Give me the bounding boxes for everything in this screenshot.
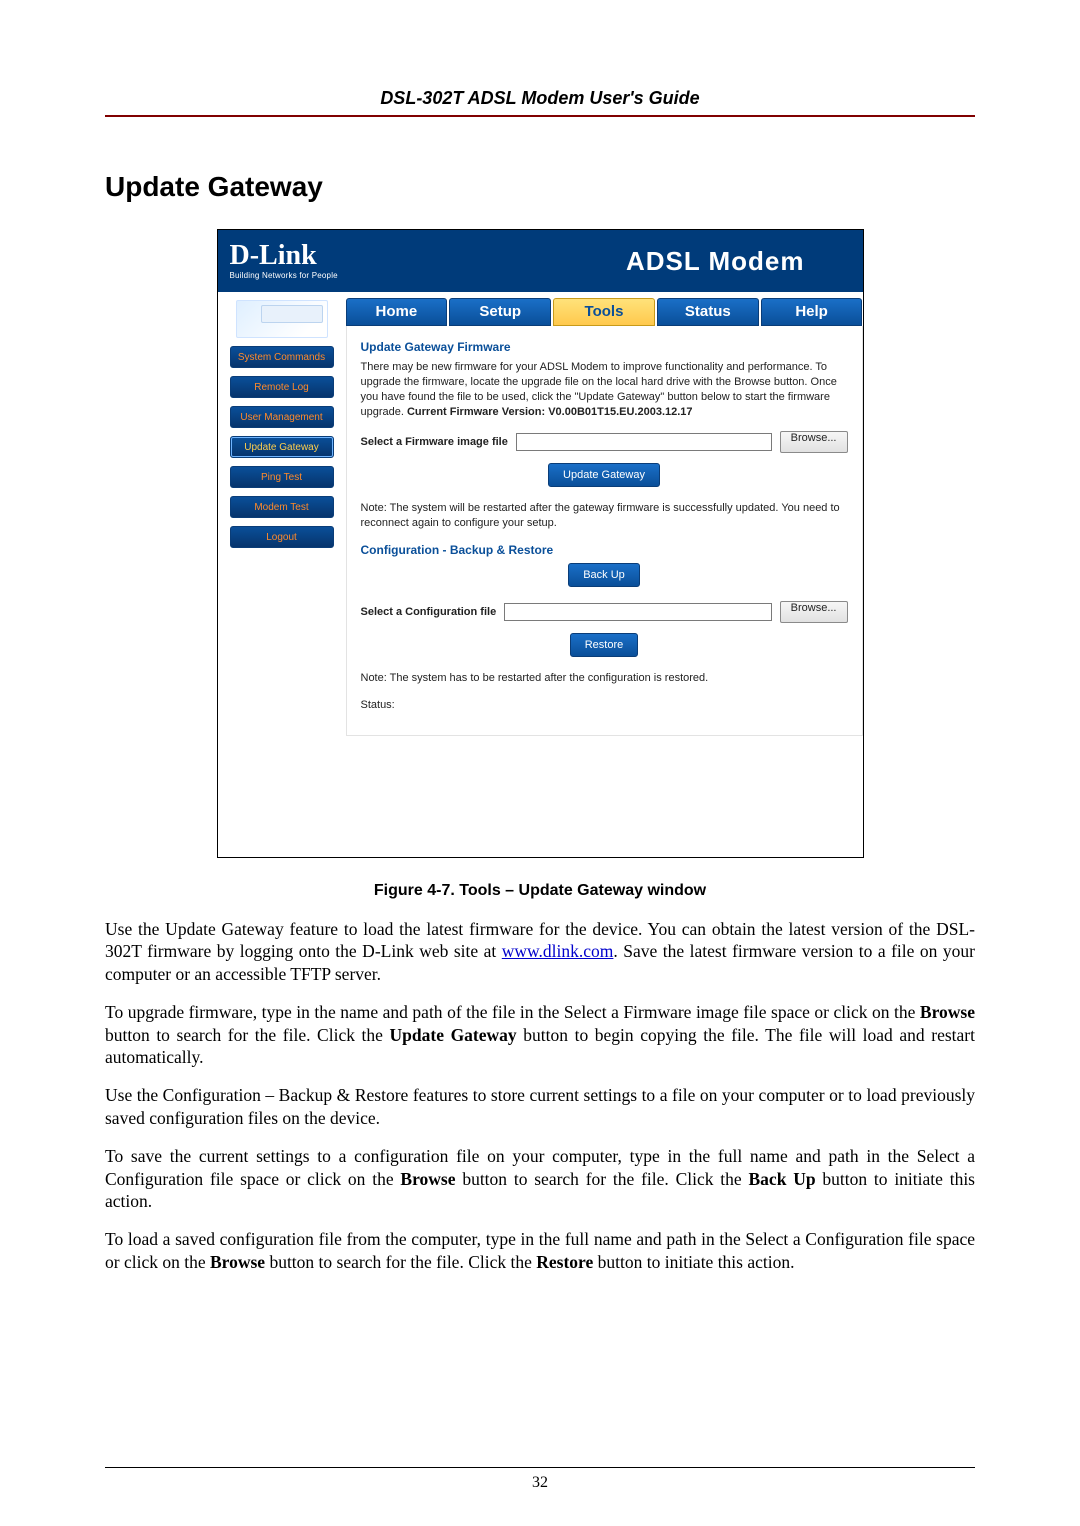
brand-bar: D-Link Building Networks for People ADSL… bbox=[218, 230, 863, 292]
section-title: Update Gateway bbox=[105, 171, 975, 203]
figure-caption: Figure 4-7. Tools – Update Gateway windo… bbox=[105, 882, 975, 900]
logo-text: D-Link bbox=[230, 242, 338, 270]
sidebar: System Commands Remote Log User Manageme… bbox=[218, 292, 346, 857]
dlink-link[interactable]: www.dlink.com bbox=[502, 941, 614, 961]
page-number: 32 bbox=[0, 1474, 1080, 1492]
para-2: To upgrade firmware, type in the name an… bbox=[105, 1001, 975, 1068]
sidebar-item-logout[interactable]: Logout bbox=[230, 526, 334, 548]
backup-button[interactable]: Back Up bbox=[568, 563, 640, 587]
body-text: Use the Update Gateway feature to load t… bbox=[105, 918, 975, 1273]
para-3: Use the Configuration – Backup & Restore… bbox=[105, 1084, 975, 1129]
firmware-note: Note: The system will be restarted after… bbox=[361, 501, 848, 531]
running-header: DSL-302T ADSL Modem User's Guide bbox=[105, 88, 975, 117]
config-note: Note: The system has to be restarted aft… bbox=[361, 671, 848, 686]
device-image bbox=[236, 300, 328, 338]
update-gateway-button[interactable]: Update Gateway bbox=[548, 463, 660, 487]
status-label: Status: bbox=[361, 698, 848, 713]
config-file-input[interactable] bbox=[504, 603, 771, 621]
tab-setup[interactable]: Setup bbox=[449, 298, 551, 326]
tab-home[interactable]: Home bbox=[346, 298, 448, 326]
config-file-label: Select a Configuration file bbox=[361, 606, 497, 618]
firmware-file-label: Select a Firmware image file bbox=[361, 436, 508, 448]
config-heading: Configuration - Backup & Restore bbox=[361, 543, 848, 557]
restore-button[interactable]: Restore bbox=[570, 633, 639, 657]
firmware-file-input[interactable] bbox=[516, 433, 772, 451]
tab-status[interactable]: Status bbox=[657, 298, 759, 326]
firmware-description: There may be new firmware for your ADSL … bbox=[361, 360, 848, 419]
firmware-heading: Update Gateway Firmware bbox=[361, 340, 848, 354]
tab-tools[interactable]: Tools bbox=[553, 298, 655, 326]
sidebar-item-modem-test[interactable]: Modem Test bbox=[230, 496, 334, 518]
product-title: ADSL Modem bbox=[626, 246, 845, 277]
sidebar-item-ping-test[interactable]: Ping Test bbox=[230, 466, 334, 488]
sidebar-item-remote-log[interactable]: Remote Log bbox=[230, 376, 334, 398]
footer-rule bbox=[105, 1467, 975, 1468]
main-panel: Home Setup Tools Status Help Update Gate… bbox=[346, 292, 863, 857]
para-1: Use the Update Gateway feature to load t… bbox=[105, 918, 975, 985]
sidebar-item-update-gateway[interactable]: Update Gateway bbox=[230, 436, 334, 458]
router-admin-screenshot: D-Link Building Networks for People ADSL… bbox=[217, 229, 864, 858]
top-tabs: Home Setup Tools Status Help bbox=[346, 298, 863, 326]
tab-help[interactable]: Help bbox=[761, 298, 863, 326]
config-browse-button[interactable]: Browse... bbox=[780, 601, 848, 623]
brand-logo: D-Link Building Networks for People bbox=[230, 242, 338, 280]
sidebar-item-user-management[interactable]: User Management bbox=[230, 406, 334, 428]
para-5: To load a saved configuration file from … bbox=[105, 1228, 975, 1273]
para-4: To save the current settings to a config… bbox=[105, 1145, 975, 1212]
firmware-browse-button[interactable]: Browse... bbox=[780, 431, 848, 453]
logo-tagline: Building Networks for People bbox=[230, 272, 338, 280]
sidebar-item-system-commands[interactable]: System Commands bbox=[230, 346, 334, 368]
